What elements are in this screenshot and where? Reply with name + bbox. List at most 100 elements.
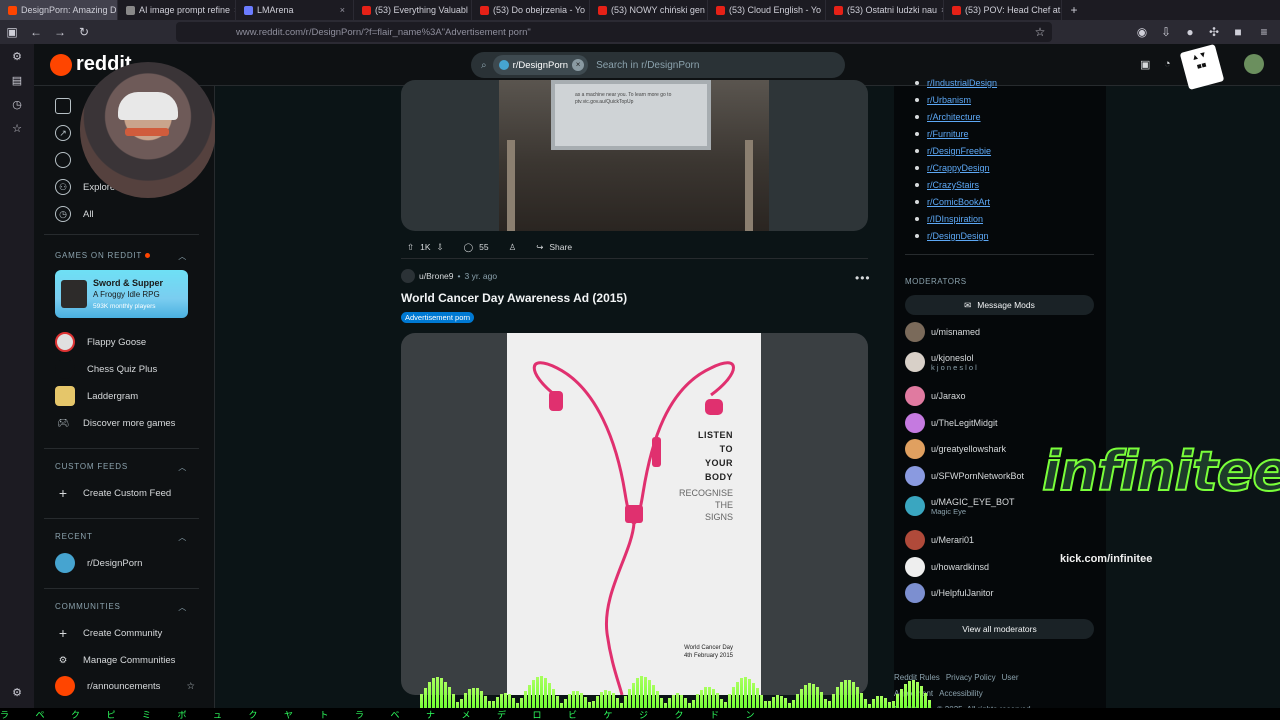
related-subreddit-link[interactable]: r/DesignDesign xyxy=(915,231,989,241)
sidebar-item-home[interactable] xyxy=(55,96,71,116)
browser-tab[interactable]: DesignPorn: Amazing D× xyxy=(0,0,118,20)
related-subreddit-link[interactable]: r/ComicBookArt xyxy=(914,197,990,207)
communities-header[interactable]: COMMUNITIES ︿ xyxy=(55,602,187,613)
moderator-item[interactable]: u/kjoneslol k j o n e s l o l xyxy=(905,352,977,372)
featured-game-card[interactable]: Sword & Supper A Froggy Idle RPG 593K mo… xyxy=(55,270,188,318)
browser-tab[interactable]: (53) Everything Valuabl× xyxy=(354,0,472,20)
url-field[interactable]: www.reddit.com/r/DesignPorn/?f=flair_nam… xyxy=(176,22,1052,42)
history-icon[interactable]: ◷ xyxy=(0,92,34,116)
screenshot-icon[interactable]: ◉ xyxy=(1130,25,1154,39)
games-section-header[interactable]: GAMES ON REDDIT ︿ xyxy=(55,251,187,262)
sidebar-item-game[interactable]: Flappy Goose xyxy=(55,332,146,352)
footer-link[interactable]: Privacy Policy xyxy=(946,673,996,682)
post-author[interactable]: u/Brone9 xyxy=(419,271,454,281)
sidebar-item-game[interactable]: Laddergram xyxy=(55,386,138,406)
browser-tab[interactable]: (53) POV: Head Chef at× xyxy=(944,0,1062,20)
moderator-item[interactable]: u/howardkinsd xyxy=(905,557,989,577)
related-subreddit-link[interactable]: r/Architecture xyxy=(915,112,981,122)
sidebar-item-all[interactable]: ◷ All xyxy=(55,204,94,224)
new-tab-button[interactable]: + xyxy=(1062,3,1086,17)
related-subreddit-link[interactable]: r/Urbanism xyxy=(914,95,971,105)
moderator-item[interactable]: u/Merari01 xyxy=(905,530,974,550)
downloads-icon[interactable]: ⇩ xyxy=(1154,25,1178,39)
sidebar-item-discover-games[interactable]: 🎮︎ Discover more games xyxy=(55,413,175,433)
post-image[interactable]: as a machine near you. To learn more go … xyxy=(401,80,868,231)
settings-icon[interactable]: ⚙ xyxy=(0,44,34,68)
extension-icon[interactable]: ● xyxy=(1178,25,1202,39)
browser-tab[interactable]: LMArena × xyxy=(236,0,354,20)
menu-icon[interactable]: ≡ xyxy=(1252,25,1276,39)
browser-tab-bar: DesignPorn: Amazing D× AI image prompt r… xyxy=(0,0,1280,20)
subreddit-search-chip[interactable]: r/DesignPorn × xyxy=(492,55,589,75)
view-all-moderators-button[interactable]: View all moderators xyxy=(905,619,1094,639)
moderator-item[interactable]: u/SFWPornNetworkBot xyxy=(905,466,1024,486)
bookmark-star-icon[interactable]: ☆ xyxy=(1028,25,1052,39)
more-options-icon[interactable]: ••• xyxy=(855,271,871,285)
close-tab-icon[interactable]: × xyxy=(340,5,345,15)
post-flair[interactable]: Advertisement porn xyxy=(401,312,475,323)
moderator-item[interactable]: u/HelpfulJanitor xyxy=(905,583,994,603)
custom-feeds-header[interactable]: CUSTOM FEEDS ︿ xyxy=(55,462,187,473)
footer-link[interactable]: Accessibility xyxy=(939,689,983,698)
browser-tab[interactable]: (53) Cloud English - Yo× xyxy=(708,0,826,20)
poster-text: SIGNS xyxy=(704,512,733,522)
moderator-name: u/HelpfulJanitor xyxy=(931,588,994,598)
advertise-icon[interactable]: ▣ xyxy=(1140,58,1150,71)
back-icon[interactable]: ← xyxy=(24,25,48,39)
extension-red-icon[interactable]: ■ xyxy=(1226,25,1250,39)
sidebar-item-game[interactable]: Chess Quiz Plus xyxy=(55,359,157,379)
message-mods-button[interactable]: ✉ Message Mods xyxy=(905,295,1094,315)
avatar[interactable] xyxy=(401,269,415,283)
related-subreddit-link[interactable]: r/IndustrialDesign xyxy=(914,78,997,88)
moderator-name: u/misnamed xyxy=(931,327,981,337)
moderator-item[interactable]: u/Jaraxo xyxy=(905,386,966,406)
related-subreddit-link[interactable]: r/CrazyStairs xyxy=(914,180,979,190)
reload-icon[interactable]: ↻ xyxy=(72,25,96,39)
forward-icon[interactable]: → xyxy=(48,25,72,39)
favorites-star-icon[interactable]: ☆ xyxy=(0,116,34,140)
moderator-name: u/Jaraxo xyxy=(931,391,966,401)
sidebar-item-popular[interactable]: ↗ xyxy=(55,123,71,143)
browser-tab[interactable]: AI image prompt refine× xyxy=(118,0,236,20)
moderator-item[interactable]: u/TheLegitMidgit xyxy=(905,413,998,433)
upvote-icon[interactable]: ⇧ xyxy=(407,242,414,253)
browser-tab[interactable]: (53) Ostatni ludzki nau× xyxy=(826,0,944,20)
related-subreddit-link[interactable]: r/CrappyDesign xyxy=(915,163,990,173)
comments-button[interactable]: ◯ 55 xyxy=(458,236,495,258)
downvote-icon[interactable]: ⇩ xyxy=(437,242,444,253)
related-subreddit-link[interactable]: r/IDInspiration xyxy=(914,214,983,224)
award-button[interactable]: ♙ xyxy=(503,236,523,258)
browser-sidebar: ⚙ ▤ ◷ ☆ ⚙ xyxy=(0,44,34,720)
visualizer-bar xyxy=(536,676,539,710)
sidebar-toggle-icon[interactable]: ▣ xyxy=(0,25,24,39)
related-subreddit-link[interactable]: r/DesignFreebie xyxy=(914,146,991,156)
avatar[interactable] xyxy=(1244,54,1264,74)
related-subreddit-link[interactable]: r/Furniture xyxy=(915,129,969,139)
moderator-item[interactable]: u/misnamed xyxy=(905,322,980,342)
browser-tab[interactable]: (53) Do obejrzenia - Yo× xyxy=(472,0,590,20)
create-community-button[interactable]: + Create Community xyxy=(55,623,162,643)
webcam-overlay xyxy=(80,62,216,198)
search-input[interactable]: ⌕ r/DesignPorn × Search in r/DesignPorn xyxy=(471,52,845,78)
extensions-puzzle-icon[interactable]: ✣ xyxy=(1202,25,1226,39)
moderator-item[interactable]: u/greatyellowshark xyxy=(905,439,1006,459)
create-custom-feed-button[interactable]: + Create Custom Feed xyxy=(55,483,171,503)
manage-communities-button[interactable]: ⚙ Manage Communities xyxy=(55,650,176,670)
comment-icon: ◯ xyxy=(463,241,474,252)
recent-header[interactable]: RECENT ︿ xyxy=(55,532,187,543)
share-button[interactable]: ↪ Share xyxy=(530,236,578,258)
sidebar-item-community[interactable]: r/announcements ☆ xyxy=(55,676,195,696)
browser-tab[interactable]: (53) NOWY chiński gen× xyxy=(590,0,708,20)
post-title[interactable]: World Cancer Day Awareness Ad (2015) xyxy=(401,291,627,305)
post-image[interactable]: LISTEN TO YOUR BODY RECOGNISE THE SIGNS … xyxy=(401,333,868,695)
customize-gear-icon[interactable]: ⚙ xyxy=(0,680,34,704)
ad-poster: LISTEN TO YOUR BODY RECOGNISE THE SIGNS … xyxy=(507,333,761,695)
sidebar-item-answers[interactable] xyxy=(55,150,71,170)
bookmarks-icon[interactable]: ▤ xyxy=(0,68,34,92)
favorite-star-icon[interactable]: ☆ xyxy=(186,681,195,692)
sidebar-item-recent[interactable]: r/DesignPorn xyxy=(55,553,142,573)
clear-chip-icon[interactable]: × xyxy=(572,59,585,71)
poster-footer: World Cancer Day xyxy=(684,645,733,651)
chat-icon[interactable]: ◔ xyxy=(1164,58,1171,70)
moderator-item[interactable]: u/MAGIC_EYE_BOT Magic Eye xyxy=(905,496,1015,516)
